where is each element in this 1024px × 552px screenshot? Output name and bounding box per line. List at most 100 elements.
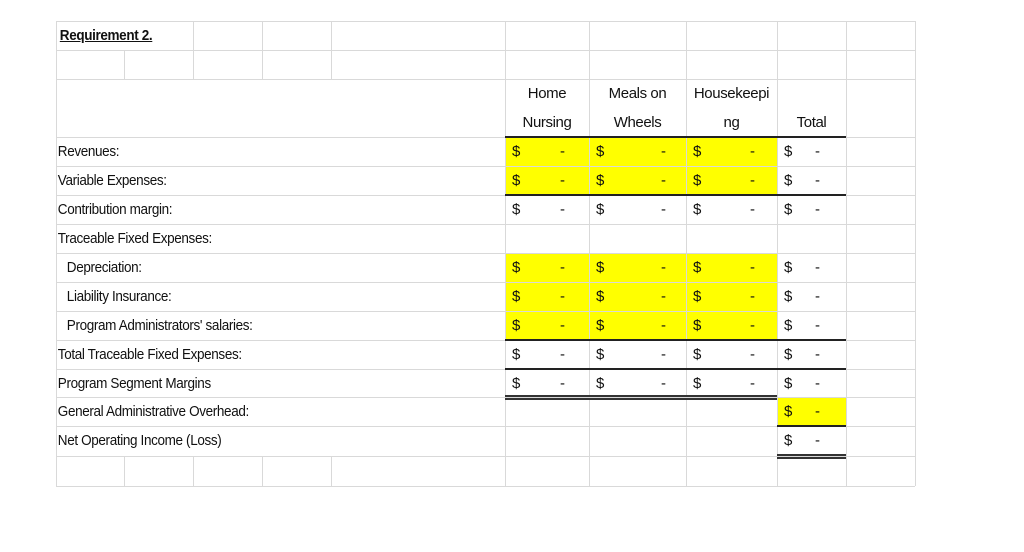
gridline-v [262, 21, 263, 50]
currency-symbol: $ [596, 143, 605, 160]
currency-symbol: $ [596, 317, 605, 334]
cell-house-value[interactable]: $ - [686, 167, 777, 195]
currency-symbol: $ [512, 317, 521, 334]
header-housekeeping: ng [723, 114, 740, 131]
cell-home-value[interactable]: $ - [505, 312, 589, 340]
gridline-h [56, 21, 915, 22]
currency-symbol: $ [693, 317, 702, 334]
header-meals-on-wheels: Wheels [613, 114, 662, 131]
cell-value: - [815, 259, 820, 276]
row-label: Depreciation: [66, 259, 142, 276]
cell-home-value: $ - [505, 370, 589, 398]
currency-symbol: $ [512, 375, 521, 392]
gridline-v [846, 21, 847, 486]
cell-home-value[interactable]: $ - [505, 254, 589, 282]
header-meals-on-wheels: Meals on [608, 85, 667, 102]
border-single [505, 136, 846, 138]
border-single [777, 425, 846, 427]
currency-symbol: $ [512, 143, 521, 160]
cell-value: - [560, 346, 565, 363]
currency-symbol: $ [784, 432, 793, 449]
cell-meals-value: $ - [589, 196, 686, 224]
cell-home-value[interactable]: $ - [505, 138, 589, 166]
cell-value: - [661, 346, 666, 363]
cell-value: - [750, 375, 755, 392]
row-label: Total Traceable Fixed Expenses: [57, 346, 242, 363]
cell-value: - [560, 172, 565, 189]
currency-symbol: $ [596, 259, 605, 276]
cell-value: - [560, 375, 565, 392]
gridline-v [331, 21, 332, 50]
cell-total-value[interactable]: $ - [777, 312, 846, 340]
gridline-v [124, 456, 125, 486]
cell-meals-value[interactable]: $ - [589, 138, 686, 166]
cell-house-value[interactable]: $ - [686, 254, 777, 282]
cell-meals-value[interactable]: $ - [589, 312, 686, 340]
currency-symbol: $ [512, 288, 521, 305]
border-double [505, 395, 777, 400]
cell-value: - [661, 143, 666, 160]
gridline-v [124, 50, 125, 79]
currency-symbol: $ [693, 143, 702, 160]
gridline-v [262, 50, 263, 79]
cell-home-value: $ - [505, 341, 589, 369]
cell-meals-value: $ - [589, 341, 686, 369]
cell-value: - [560, 288, 565, 305]
cell-value: - [661, 172, 666, 189]
cell-total-value[interactable]: $ - [777, 254, 846, 282]
currency-symbol: $ [693, 172, 702, 189]
border-single [505, 368, 846, 370]
row-label: Revenues: [57, 143, 120, 160]
cell-value: - [661, 317, 666, 334]
currency-symbol: $ [693, 201, 702, 218]
cell-value: - [815, 403, 820, 420]
cell-total-value: $ - [777, 341, 846, 369]
gridline-v [193, 50, 194, 79]
cell-value: - [815, 346, 820, 363]
spreadsheet: Requirement 2. Home Nursing Meals on Wheels H… [56, 21, 916, 487]
row-label: Program Segment Margins [57, 375, 211, 392]
cell-value: - [815, 201, 820, 218]
cell-total-value[interactable]: $ - [777, 398, 846, 426]
cell-value: - [750, 172, 755, 189]
cell-total-value[interactable]: $ - [777, 283, 846, 311]
cell-value: - [661, 375, 666, 392]
cell-home-value[interactable]: $ - [505, 283, 589, 311]
cell-meals-value[interactable]: $ - [589, 167, 686, 195]
cell-total-value[interactable]: $ - [777, 167, 846, 195]
header-home-nursing: Home [527, 85, 567, 102]
gridline-v [193, 456, 194, 486]
border-double [777, 454, 846, 459]
cell-home-value: $ - [505, 196, 589, 224]
row-label: Traceable Fixed Expenses: [57, 230, 212, 247]
currency-symbol: $ [784, 259, 793, 276]
cell-value: - [560, 317, 565, 334]
cell-value: - [750, 317, 755, 334]
gridline-v [915, 21, 916, 486]
cell-total-value: $ - [777, 196, 846, 224]
currency-symbol: $ [512, 201, 521, 218]
currency-symbol: $ [596, 288, 605, 305]
gridline-h [56, 486, 915, 487]
border-single [505, 194, 846, 196]
gridline-v [331, 456, 332, 486]
row-label: Variable Expenses: [57, 172, 167, 189]
cell-house-value[interactable]: $ - [686, 283, 777, 311]
cell-total-value[interactable]: $ - [777, 138, 846, 166]
currency-symbol: $ [693, 259, 702, 276]
cell-meals-value[interactable]: $ - [589, 283, 686, 311]
cell-house-value[interactable]: $ - [686, 138, 777, 166]
row-label: Contribution margin: [57, 201, 173, 218]
cell-house-value: $ - [686, 370, 777, 398]
currency-symbol: $ [596, 201, 605, 218]
cell-house-value[interactable]: $ - [686, 312, 777, 340]
currency-symbol: $ [596, 346, 605, 363]
cell-value: - [750, 201, 755, 218]
currency-symbol: $ [596, 375, 605, 392]
cell-home-value[interactable]: $ - [505, 167, 589, 195]
cell-value: - [815, 143, 820, 160]
cell-value: - [815, 172, 820, 189]
cell-meals-value[interactable]: $ - [589, 254, 686, 282]
requirement-title: Requirement 2. [59, 27, 153, 44]
gridline-v [262, 456, 263, 486]
